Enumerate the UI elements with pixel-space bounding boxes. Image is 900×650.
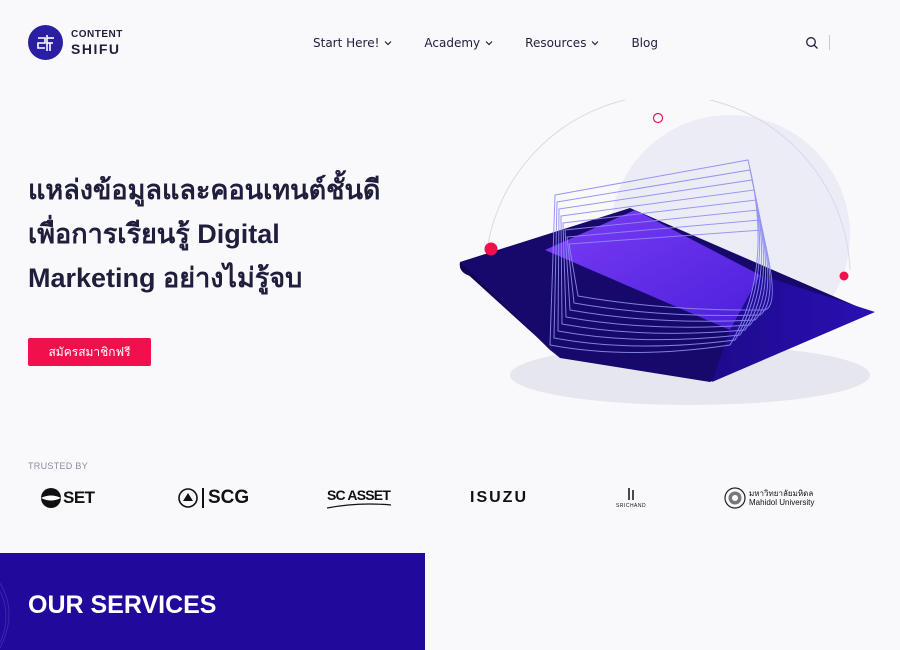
sc-asset-swoosh-icon [327, 503, 391, 509]
main-nav: Start Here! Academy Resources Blog [313, 36, 658, 50]
sc-asset-logo-text: SC ASSET [327, 487, 391, 503]
header-divider [829, 35, 830, 50]
srichand-logo-text: SRICHAND [616, 503, 647, 509]
scg-logo-text: SCG [208, 487, 250, 508]
signup-free-button[interactable]: สมัครสมาชิกฟรี [28, 338, 151, 366]
hero-title: แหล่งข้อมูลและคอนเทนต์ชั้นดี เพื่อการเรี… [28, 168, 448, 300]
nav-item-academy[interactable]: Academy [424, 36, 493, 50]
set-logo-text: SET [63, 488, 95, 507]
hero-title-line: แหล่งข้อมูลและคอนเทนต์ชั้นดี [28, 175, 381, 205]
trusted-by-label: TRUSTED BY [28, 461, 89, 471]
site-logo[interactable]: CONTENT SHIFU [28, 25, 123, 60]
hero-title-line: เพื่อการเรียนรู้ Digital [28, 219, 280, 249]
mahidol-logo-text-th: มหาวิทยาลัยมหิดล [749, 489, 814, 498]
nav-item-resources[interactable]: Resources [525, 36, 599, 50]
nav-item-label: Start Here! [313, 36, 380, 50]
hero-title-line: Marketing อย่างไม่รู้จบ [28, 263, 303, 293]
sc-asset-logo: SC ASSET [327, 478, 391, 518]
trusted-logos: SET SCG SC ASSET ISUZU SRICHAND มหาวิทยา… [28, 478, 848, 518]
isuzu-logo: ISUZU [470, 478, 528, 518]
services-section: OUR SERVICES [0, 553, 425, 650]
mahidol-seal-icon [724, 487, 746, 509]
chevron-down-icon [485, 41, 493, 46]
nav-item-label: Blog [631, 36, 658, 50]
nav-item-blog[interactable]: Blog [631, 36, 658, 50]
nav-item-start-here[interactable]: Start Here! [313, 36, 392, 50]
set-mark-icon [41, 488, 61, 508]
scg-divider [202, 488, 204, 508]
srichand-logo: SRICHAND [616, 478, 646, 518]
content-shifu-logo-icon [28, 25, 63, 60]
mahidol-logo-text-en: Mahidol University [749, 498, 815, 507]
set-logo: SET [40, 478, 95, 518]
mahidol-logo: มหาวิทยาลัยมหิดล Mahidol University [724, 478, 814, 518]
hero-illustration [459, 100, 875, 405]
isuzu-logo-text: ISUZU [470, 489, 528, 506]
scg-logo: SCG [178, 478, 249, 518]
site-header: CONTENT SHIFU Start Here! Academy Resour… [0, 0, 900, 86]
chevron-down-icon [592, 41, 599, 46]
nav-item-label: Academy [424, 36, 481, 50]
services-title: OUR SERVICES [28, 591, 217, 619]
search-icon[interactable] [805, 36, 819, 50]
srichand-mark-icon [628, 488, 634, 500]
logo-wordmark-bottom: SHIFU [71, 40, 121, 57]
scg-crest-icon [178, 488, 198, 508]
logo-wordmark-top: CONTENT [71, 28, 123, 40]
chevron-down-icon [384, 41, 392, 46]
nav-item-label: Resources [525, 36, 587, 50]
